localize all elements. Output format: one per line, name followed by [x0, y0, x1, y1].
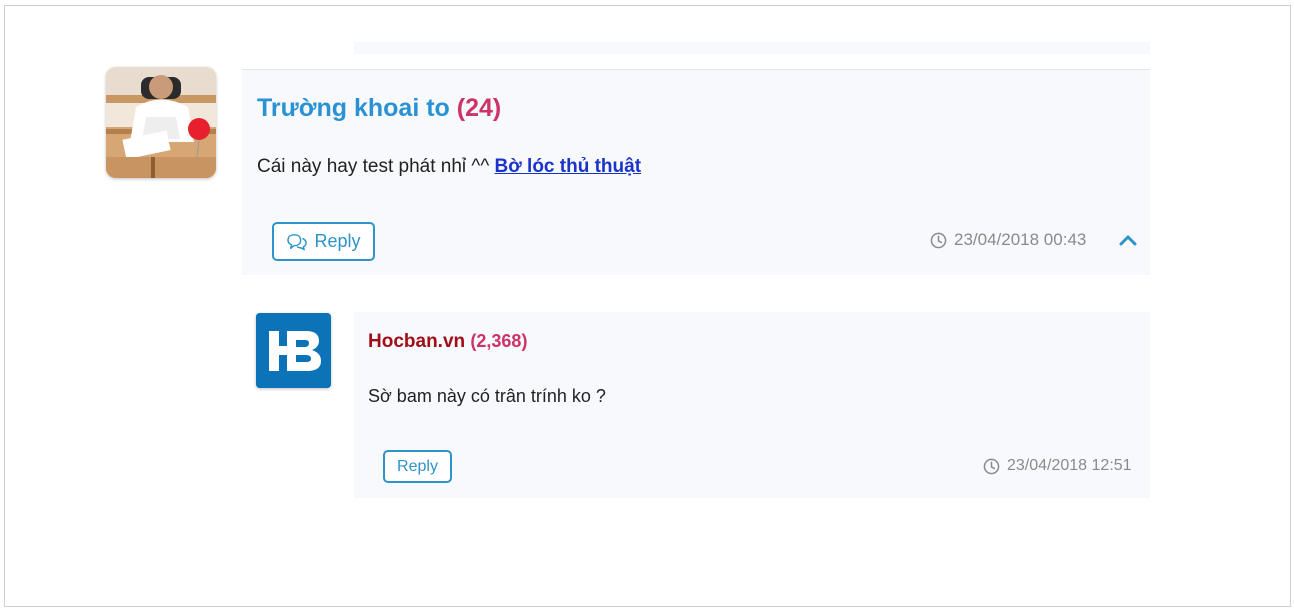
reply-reply-button[interactable]: Reply — [383, 450, 452, 483]
previous-card-tail — [354, 42, 1150, 54]
comment-timestamp: 23/04/2018 00:43 — [930, 230, 1086, 250]
author-name[interactable]: Trường khoai to — [257, 94, 450, 122]
reply-reply-label: Reply — [397, 457, 438, 475]
reply-button[interactable]: Reply — [272, 222, 375, 261]
reply-timestamp-text: 23/04/2018 12:51 — [1007, 457, 1132, 474]
reply-timestamp: 23/04/2018 12:51 — [983, 457, 1132, 475]
comment-body: Cái này hay test phát nhỉ ^^ Bờ lóc thủ … — [257, 156, 641, 178]
comment-header: Trường khoai to (24) — [257, 94, 501, 123]
clock-icon — [930, 232, 947, 248]
reply-author-points: (2,368) — [470, 331, 528, 351]
reply-header: Hocban.vn (2,368) — [368, 331, 527, 353]
timestamp-text: 23/04/2018 00:43 — [954, 230, 1087, 249]
comment-link[interactable]: Bờ lóc thủ thuật — [495, 156, 642, 177]
avatar-photo-image — [106, 67, 216, 178]
clock-icon — [983, 458, 1000, 474]
hocban-logo-icon — [256, 313, 331, 388]
comment-text: Cái này hay test phát nhỉ ^^ — [257, 156, 495, 177]
reply-text: Sờ bam này có trân trính ko ? — [368, 386, 606, 406]
reply-label: Reply — [314, 231, 361, 251]
comments-icon — [287, 233, 308, 250]
reply-card: Hocban.vn (2,368) Sờ bam này có trân trí… — [354, 312, 1150, 498]
comment-card: Trường khoai to (24) Cái này hay test ph… — [242, 70, 1150, 275]
reply-author-name[interactable]: Hocban.vn — [368, 331, 465, 352]
chevron-up-icon[interactable] — [1118, 230, 1138, 250]
user-photo-avatar[interactable] — [106, 67, 216, 178]
author-points: (24) — [456, 94, 502, 122]
hocban-logo-avatar[interactable] — [256, 313, 331, 388]
